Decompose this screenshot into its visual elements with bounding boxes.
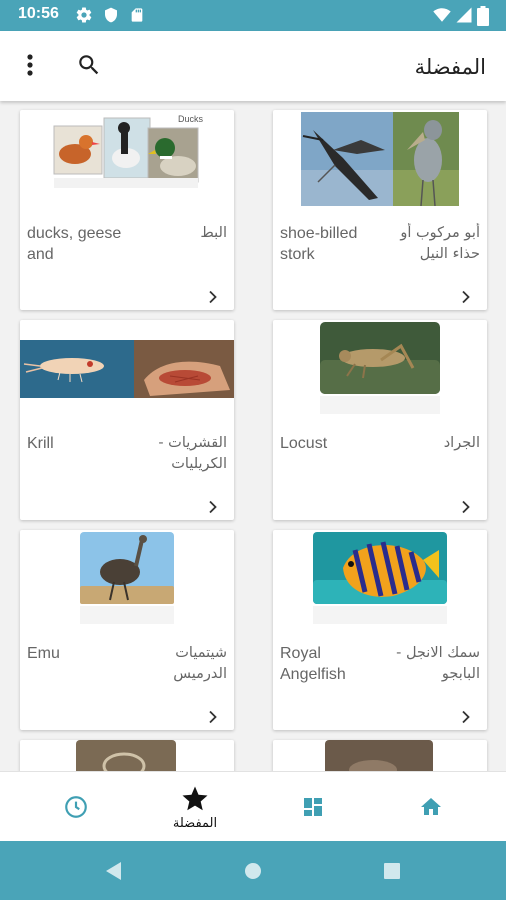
card-image bbox=[20, 740, 234, 771]
chevron-right-icon bbox=[462, 290, 470, 304]
chevron-right-icon bbox=[209, 500, 217, 514]
nav-home[interactable] bbox=[391, 772, 471, 842]
settings-gear-icon bbox=[75, 6, 93, 24]
sd-card-icon bbox=[129, 6, 145, 24]
card-label-en: Emu bbox=[27, 645, 60, 662]
bottom-navigation: المفضلة bbox=[0, 771, 506, 841]
chevron-right-icon bbox=[462, 710, 470, 724]
card-label-ar: البط bbox=[200, 225, 227, 241]
chevron-right-icon bbox=[462, 500, 470, 514]
favorites-grid: shoe-billed stork أبو مركوب أو حذاء الني… bbox=[0, 101, 506, 771]
star-icon bbox=[182, 786, 208, 810]
shield-icon bbox=[103, 6, 119, 24]
recents-square-icon[interactable] bbox=[383, 862, 401, 884]
status-time: 10:56 bbox=[18, 5, 59, 22]
card-krill[interactable]: Krill القشريات - الكريليات bbox=[20, 320, 234, 520]
card-label-en: ducks, geese and bbox=[27, 225, 122, 263]
card-label-ar: القشريات - الكريليات bbox=[158, 435, 227, 472]
back-icon[interactable] bbox=[103, 860, 123, 886]
card-locust[interactable]: Locust الجراد bbox=[273, 320, 487, 520]
card-partial[interactable] bbox=[20, 740, 234, 771]
card-emu[interactable]: Emu شيتميات الدرميس bbox=[20, 530, 234, 730]
battery-icon bbox=[477, 6, 489, 26]
card-label-en: Locust bbox=[280, 435, 328, 452]
card-label-en: Krill bbox=[27, 435, 54, 452]
system-navigation-bar bbox=[0, 841, 506, 900]
nav-categories[interactable] bbox=[273, 772, 353, 842]
status-bar: 10:56 bbox=[0, 0, 506, 31]
card-image bbox=[273, 740, 487, 771]
dashboard-icon bbox=[304, 798, 322, 816]
app-bar: المفضلة bbox=[0, 31, 506, 101]
cell-signal-icon bbox=[455, 6, 473, 24]
more-vertical-icon bbox=[27, 54, 33, 76]
nav-favorites[interactable]: المفضلة bbox=[155, 772, 235, 842]
card-label-en: shoe-billed stork bbox=[280, 225, 358, 263]
card-image: Ducks bbox=[20, 110, 234, 222]
card-shoe-billed-stork[interactable]: shoe-billed stork أبو مركوب أو حذاء الني… bbox=[273, 110, 487, 310]
home-icon bbox=[421, 798, 441, 815]
card-ducks[interactable]: Ducks ducks, geese and البط bbox=[20, 110, 234, 310]
nav-history[interactable] bbox=[36, 772, 116, 842]
card-image bbox=[273, 110, 487, 222]
chevron-right-icon bbox=[209, 290, 217, 304]
card-label-ar: سمك الانجل - البابجو bbox=[396, 645, 480, 682]
wifi-icon bbox=[432, 6, 452, 24]
card-label-ar: شيتميات الدرميس bbox=[173, 645, 227, 682]
ducks-caption: Ducks bbox=[178, 114, 204, 124]
search-icon bbox=[79, 55, 99, 75]
chevron-right-icon bbox=[209, 710, 217, 724]
nav-favorites-label: المفضلة bbox=[172, 815, 218, 831]
card-label-ar: الجراد bbox=[443, 435, 480, 451]
page-title: المفضلة bbox=[414, 55, 486, 79]
search-button[interactable] bbox=[70, 46, 108, 84]
card-image bbox=[20, 530, 234, 642]
card-image bbox=[273, 530, 487, 642]
overflow-menu-button[interactable] bbox=[14, 49, 46, 81]
card-image bbox=[20, 320, 234, 432]
card-label-ar: أبو مركوب أو حذاء النيل bbox=[400, 225, 480, 262]
home-circle-icon[interactable] bbox=[243, 861, 263, 885]
history-clock-icon bbox=[65, 796, 87, 818]
card-label-en: Royal Angelfish bbox=[280, 645, 346, 683]
card-partial[interactable] bbox=[273, 740, 487, 771]
card-image bbox=[273, 320, 487, 432]
card-royal-angelfish[interactable]: Royal Angelfish سمك الانجل - البابجو bbox=[273, 530, 487, 730]
